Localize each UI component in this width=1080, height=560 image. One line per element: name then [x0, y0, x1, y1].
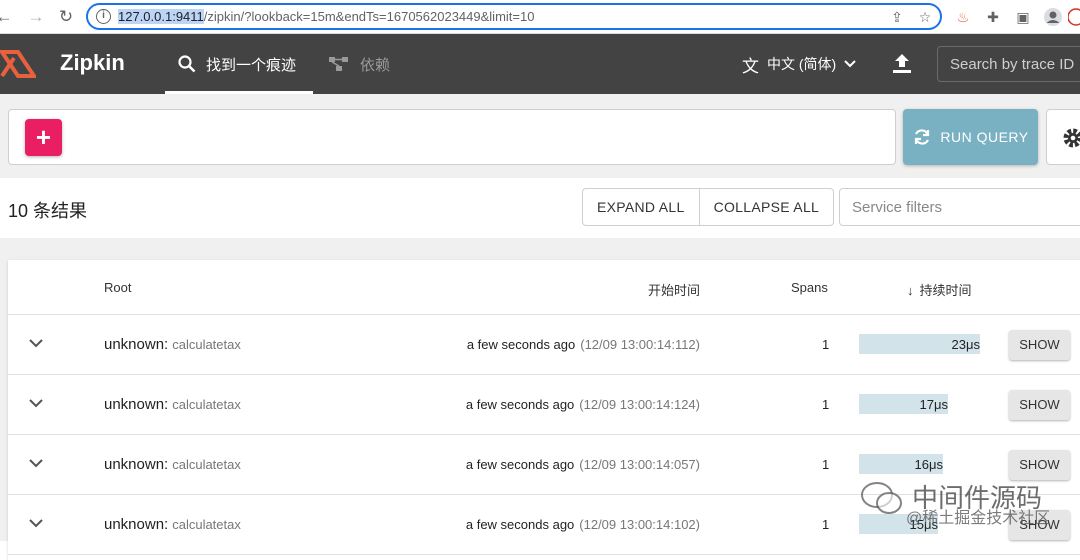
zipkin-logo-icon[interactable]: [0, 46, 38, 82]
results-count: 10 条结果: [8, 201, 88, 221]
spans-count: 1: [822, 397, 830, 412]
tab-dependencies-label: 依赖: [360, 56, 391, 74]
side-panel-icon[interactable]: ▣: [1013, 7, 1033, 27]
chevron-down-icon[interactable]: [28, 335, 44, 351]
translate-icon: 文: [742, 56, 759, 76]
span-name: calculatetax: [172, 517, 241, 532]
span-name: calculatetax: [172, 397, 241, 412]
root-service-cell: unknown: calculatetax: [104, 396, 241, 413]
query-bar: + RUN QUERY: [0, 94, 1080, 178]
app-header: Zipkin 找到一个痕迹 依赖 文 中文 (简体) Search by tra…: [0, 34, 1080, 94]
root-service-cell: unknown: calculatetax: [104, 516, 241, 533]
start-time-relative: a few seconds ago: [465, 397, 575, 412]
service-name: unknown:: [104, 516, 169, 533]
trace-id-search-input[interactable]: Search by trace ID: [937, 46, 1080, 82]
start-time-cell: a few seconds ago (12/09 13:00:14:112): [467, 337, 700, 352]
profile-avatar-icon[interactable]: [1043, 7, 1063, 27]
run-query-button[interactable]: RUN QUERY: [903, 109, 1038, 165]
refresh-icon: [915, 129, 930, 145]
start-time-absolute: (12/09 13:00:14:057): [579, 457, 700, 472]
service-name: unknown:: [104, 396, 169, 413]
root-service-cell: unknown: calculatetax: [104, 456, 241, 473]
expand-collapse-group: EXPAND ALL COLLAPSE ALL: [582, 188, 835, 226]
start-time-cell: a few seconds ago (12/09 13:00:14:124): [466, 397, 700, 412]
start-time-relative: a few seconds ago: [465, 457, 575, 472]
start-time-absolute: (12/09 13:00:14:102): [579, 517, 700, 532]
settings-button[interactable]: [1046, 109, 1080, 165]
table-row[interactable]: unknown: calculatetax a few seconds ago (12…: [8, 315, 1080, 375]
service-filter-input[interactable]: Service filters: [839, 188, 1080, 226]
address-bar[interactable]: i 127.0.0.1:9411/zipkin/?lookback=15m&en…: [86, 3, 942, 30]
column-start-time[interactable]: 开始时间: [648, 280, 700, 299]
column-duration-label: 持续时间: [919, 283, 972, 298]
bookmark-star-icon[interactable]: ☆: [916, 8, 934, 26]
duration-value: 17μs: [919, 397, 948, 412]
language-selector[interactable]: 文 中文 (简体): [742, 34, 856, 94]
chevron-down-icon[interactable]: [28, 455, 44, 471]
column-spans[interactable]: Spans: [791, 280, 828, 295]
service-name: unknown:: [104, 456, 169, 473]
table-row[interactable]: unknown: calculatetax a few seconds ago (12…: [8, 495, 1080, 555]
language-label: 中文 (简体): [767, 56, 837, 72]
show-trace-button[interactable]: SHOW: [1009, 390, 1070, 420]
back-icon[interactable]: ←: [0, 7, 14, 27]
chevron-down-icon[interactable]: [28, 515, 44, 531]
table-header: Root 开始时间 Spans ↓ 持续时间: [8, 260, 1080, 315]
show-trace-button[interactable]: SHOW: [1009, 450, 1070, 480]
column-root[interactable]: Root: [104, 280, 131, 295]
root-service-cell: unknown: calculatetax: [104, 336, 241, 353]
chevron-down-icon[interactable]: [28, 395, 44, 411]
start-time-absolute: (12/09 13:00:14:112): [580, 337, 700, 352]
upload-icon[interactable]: [890, 52, 914, 76]
table-row[interactable]: unknown: calculatetax a few seconds ago (12…: [8, 375, 1080, 435]
address-bar-url[interactable]: 127.0.0.1:9411/zipkin/?lookback=15m&endT…: [118, 9, 534, 24]
menu-dots-icon[interactable]: [1067, 7, 1080, 27]
column-duration[interactable]: ↓ 持续时间: [907, 280, 972, 299]
table-row[interactable]: unknown: calculatetax a few seconds ago (12…: [8, 435, 1080, 495]
gear-icon: [1063, 128, 1080, 148]
sort-arrow-down-icon: ↓: [907, 283, 914, 298]
show-trace-button[interactable]: SHOW: [1009, 510, 1070, 540]
duration-value: 23μs: [951, 337, 980, 352]
tab-find-trace-label: 找到一个痕迹: [206, 56, 297, 74]
service-name: unknown:: [104, 336, 169, 353]
expand-all-button[interactable]: EXPAND ALL: [583, 189, 699, 225]
span-name: calculatetax: [172, 457, 241, 472]
brand-title[interactable]: Zipkin: [60, 50, 125, 76]
spans-count: 1: [822, 337, 830, 352]
duration-value: 16μs: [914, 457, 943, 472]
traces-table: Root 开始时间 Spans ↓ 持续时间 unknown: calculatet…: [8, 260, 1080, 560]
tab-find-trace[interactable]: 找到一个痕迹: [165, 34, 313, 94]
share-icon[interactable]: ⇪: [888, 8, 906, 26]
site-info-icon[interactable]: i: [96, 9, 111, 24]
run-query-label: RUN QUERY: [940, 129, 1029, 145]
duration-value: 15μs: [909, 517, 938, 532]
reload-icon[interactable]: ↻: [56, 7, 76, 27]
show-trace-button[interactable]: SHOW: [1009, 330, 1070, 360]
tab-dependencies[interactable]: 依赖: [328, 34, 390, 94]
url-host: 127.0.0.1:9411: [118, 9, 204, 24]
start-time-cell: a few seconds ago (12/09 13:00:14:057): [466, 457, 700, 472]
chevron-down-icon: [844, 60, 856, 68]
start-time-absolute: (12/09 13:00:14:124): [579, 397, 700, 412]
span-name: calculatetax: [172, 337, 241, 352]
query-criteria-input[interactable]: +: [8, 109, 896, 165]
results-area: Root 开始时间 Spans ↓ 持续时间 unknown: calculatet…: [0, 238, 1080, 560]
start-time-cell: a few seconds ago (12/09 13:00:14:102): [466, 517, 700, 532]
forward-icon[interactable]: →: [26, 7, 46, 27]
url-path: /zipkin/?lookback=15m&endTs=167056202344…: [203, 9, 535, 24]
start-time-relative: a few seconds ago: [466, 337, 576, 352]
results-header: 10 条结果 EXPAND ALL COLLAPSE ALL Service f…: [0, 178, 1080, 238]
browser-toolbar: ← → ↻ i 127.0.0.1:9411/zipkin/?lookback=…: [0, 0, 1080, 34]
puzzle-extensions-icon[interactable]: ✚: [983, 7, 1003, 27]
search-icon: [178, 55, 196, 73]
extension-icon[interactable]: ♨: [953, 7, 973, 27]
spans-count: 1: [822, 517, 830, 532]
start-time-relative: a few seconds ago: [465, 517, 575, 532]
dependency-graph-icon: [329, 57, 348, 71]
add-criteria-button[interactable]: +: [25, 119, 62, 156]
spans-count: 1: [822, 457, 830, 472]
collapse-all-button[interactable]: COLLAPSE ALL: [698, 189, 834, 225]
